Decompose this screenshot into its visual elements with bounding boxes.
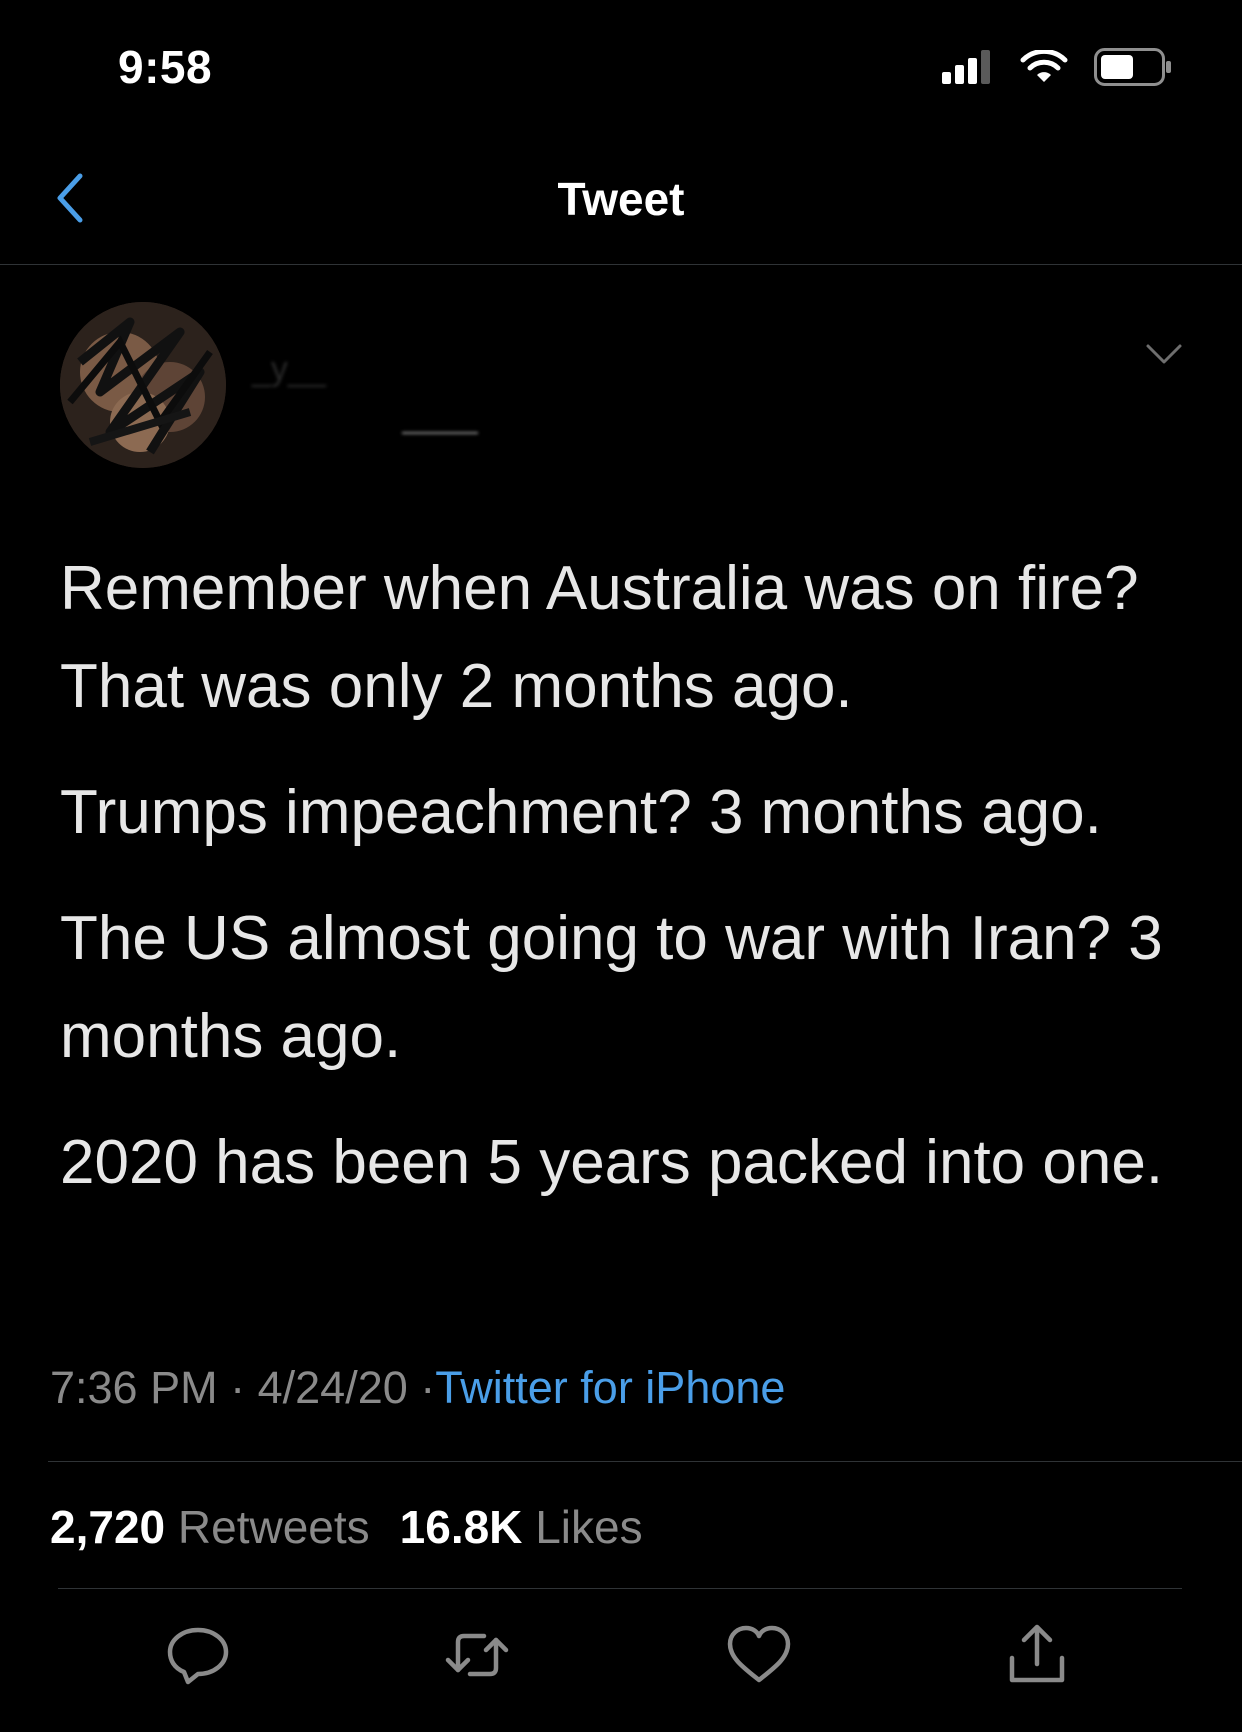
likes-label: Likes	[535, 1501, 643, 1553]
divider	[48, 1461, 1242, 1462]
like-button[interactable]	[724, 1620, 794, 1690]
signal-icon	[942, 50, 994, 89]
retweets-count: 2,720	[50, 1501, 166, 1553]
action-bar	[0, 1620, 1242, 1720]
likes-count: 16.8K	[399, 1501, 523, 1553]
tweet-paragraph: Trumps impeachment? 3 months ago.	[60, 778, 1102, 847]
tweet-menu-button[interactable]	[1142, 336, 1186, 372]
author-name-text: _y__	[252, 350, 326, 388]
tweet-paragraph: Remember when Australia was on fire? Tha…	[60, 554, 1139, 721]
retweets-stat[interactable]: 2,720 Retweets	[50, 1501, 370, 1553]
share-icon	[1002, 1624, 1072, 1694]
tweet-source-link[interactable]: Twitter for iPhone	[435, 1362, 785, 1413]
tweet-stats: 2,720 Retweets 16.8K Likes	[50, 1500, 643, 1554]
author-name[interactable]: _y__	[252, 350, 482, 440]
reply-button[interactable]	[164, 1620, 234, 1690]
retweet-icon	[442, 1633, 512, 1694]
tweet-time: 7:36 PM	[50, 1362, 218, 1413]
status-time: 9:58	[118, 41, 213, 93]
retweets-label: Retweets	[177, 1501, 370, 1553]
tweet-paragraph: The US almost going to war with Iran? 3 …	[60, 904, 1163, 1071]
chevron-down-icon	[1142, 344, 1186, 376]
tweet-date: 4/24/20	[257, 1362, 408, 1413]
tweet-paragraph: 2020 has been 5 years packed into one.	[60, 1128, 1164, 1197]
avatar[interactable]	[60, 302, 226, 468]
divider	[58, 1588, 1182, 1589]
wifi-icon	[1020, 48, 1068, 89]
reply-icon	[164, 1627, 234, 1694]
status-icons	[942, 48, 1172, 91]
likes-stat[interactable]: 16.8K Likes	[400, 1501, 643, 1553]
battery-icon	[1094, 48, 1172, 91]
meta-separator: ·	[230, 1362, 258, 1413]
tweet-text: Remember when Australia was on fire? Tha…	[60, 540, 1190, 1240]
status-bar: 9:58	[0, 0, 1242, 130]
meta-separator: ·	[420, 1362, 436, 1413]
like-icon	[724, 1625, 794, 1694]
nav-header: Tweet	[0, 130, 1242, 265]
share-button[interactable]	[1002, 1620, 1072, 1690]
author-name-underline	[402, 432, 478, 434]
tweet-meta: 7:36 PM · 4/24/20 ·Twitter for iPhone	[50, 1362, 785, 1414]
page-title: Tweet	[557, 173, 685, 225]
retweet-button[interactable]	[442, 1620, 512, 1690]
